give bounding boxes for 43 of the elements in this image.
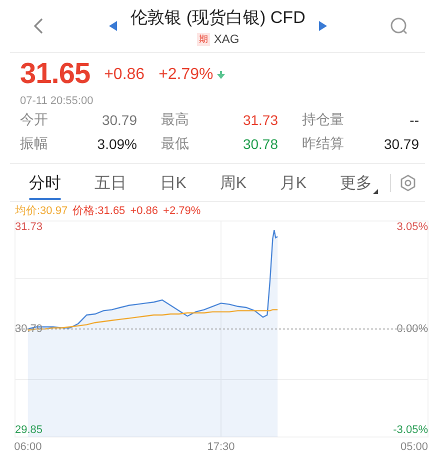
chart-tab[interactable]: 分时 [27,165,63,200]
search-icon[interactable] [390,17,408,35]
axis-percent-label: 0.00% [396,322,428,336]
time-axis-label: 05:00 [400,441,428,454]
change-label: +0.86 [130,205,158,217]
time-axis-label: 17:30 [207,441,235,454]
price-change: +0.86 [104,66,145,84]
axis-price-label: 29.85 [15,424,43,436]
stat-label: 昨结算 [302,135,344,153]
chart-tab[interactable]: 日K [158,165,188,200]
previous-icon[interactable] [108,21,117,31]
stat-value: -- [410,112,419,128]
stat-label: 振幅 [20,135,48,153]
stat-label: 最低 [161,135,189,153]
down-arrow-icon [217,70,226,78]
stat-value: 31.73 [242,112,278,128]
average-price-label: 均价:30.97 [15,205,68,217]
axis-percent-label: -3.05% [393,424,428,436]
price-label: 价格:31.65 [72,205,126,217]
quote-timestamp: 07-11 20:55:00 [20,95,94,107]
next-icon[interactable] [319,21,328,31]
percent-change: +2.79% [158,66,214,84]
caret-icon [372,189,378,194]
stat-label: 今开 [20,111,48,129]
chart-tab[interactable]: 五日 [92,165,128,200]
stat-value: 3.09% [97,136,137,152]
axis-percent-label: 3.05% [396,221,428,234]
chart-tab[interactable]: 周K [218,165,249,200]
chart-tab[interactable]: 月K [278,165,309,200]
symbol-code: XAG [214,32,240,46]
stat-label: 持仓量 [302,111,344,129]
stat-label: 最高 [161,111,189,129]
chart-tab[interactable]: 更多 [338,165,380,200]
settings-icon[interactable] [399,174,417,192]
stat-value: 30.78 [242,136,278,152]
futures-tag: 期 [196,32,210,46]
percent-label: +2.79% [163,205,201,217]
time-axis-label: 06:00 [14,441,42,454]
stat-value: 30.79 [102,112,137,128]
page-title: 伦敦银 (现货白银) CFD [130,7,306,29]
last-price: 31.65 [20,58,90,91]
stat-value: 30.79 [384,136,419,152]
axis-price-label: 31.73 [15,221,43,234]
